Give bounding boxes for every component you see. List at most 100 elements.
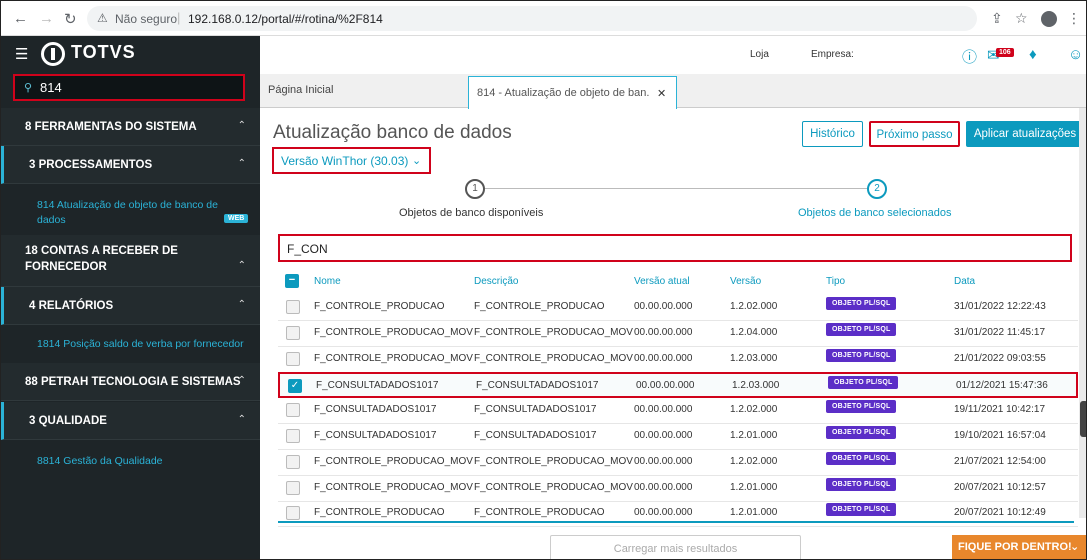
cell-versao: 1.2.04.000 bbox=[730, 326, 778, 338]
version-dropdown[interactable]: Versão WinThor (30.03) ⌄ bbox=[272, 147, 431, 174]
cell-versao-atual: 00.00.00.000 bbox=[634, 455, 693, 467]
cell-descricao: F_CONTROLE_PRODUCAO bbox=[474, 301, 605, 312]
brand-name: TOTVS bbox=[71, 42, 136, 62]
user-icon[interactable]: ☺ bbox=[1068, 46, 1083, 63]
cell-descricao: F_CONSULTADADOS1017 bbox=[476, 380, 599, 392]
address-bar[interactable]: ⚠ Não seguro | 192.168.0.12/portal/#/rot… bbox=[87, 6, 977, 31]
col-header-data[interactable]: Data bbox=[954, 276, 975, 287]
close-tab-icon[interactable]: ✕ bbox=[657, 87, 829, 100]
row-checkbox[interactable] bbox=[286, 351, 300, 366]
row-checkbox[interactable] bbox=[286, 300, 300, 314]
select-all-checkbox[interactable]: − bbox=[285, 274, 299, 288]
cell-nome: F_CONTROLE_PRODUCAO_MOV bbox=[314, 326, 473, 338]
empresa-label: Empresa: bbox=[811, 49, 854, 60]
load-more-button[interactable]: Carregar mais resultados bbox=[550, 535, 801, 559]
help-icon[interactable]: ⓘ bbox=[962, 46, 977, 67]
section-label-cont: FORNECEDOR bbox=[25, 261, 107, 273]
sidebar-section-qualidade[interactable]: 3 QUALIDADE ⌃ bbox=[1, 402, 260, 440]
tipo-badge: OBJETO PL/SQL bbox=[826, 297, 897, 310]
url-text: 192.168.0.12/portal/#/rotina/%2F814 bbox=[188, 12, 383, 26]
sidebar-section-petrah[interactable]: 88 PETRAH TECNOLOGIA E SISTEMAS ⌃ bbox=[1, 363, 260, 401]
tipo-badge: OBJETO PL/SQL bbox=[828, 376, 899, 390]
reload-icon[interactable]: ↻ bbox=[64, 10, 77, 28]
menu-search-input[interactable]: ⚲ 814 bbox=[13, 74, 245, 101]
bell-icon[interactable]: ♦ bbox=[1029, 46, 1037, 63]
bookmark-star-icon[interactable]: ☆ bbox=[1015, 10, 1028, 27]
sidebar-link-1814[interactable]: 1814 Posição saldo de verba por forneced… bbox=[37, 337, 244, 351]
cell-data: 31/01/2022 11:45:17 bbox=[954, 326, 1046, 338]
col-header-nome[interactable]: Nome bbox=[314, 276, 341, 287]
chevron-up-icon[interactable]: ⌃ bbox=[238, 414, 246, 425]
cell-versao: 1.2.02.000 bbox=[730, 455, 778, 467]
tipo-badge: OBJETO PL/SQL bbox=[826, 348, 897, 362]
table-row[interactable]: F_CONSULTADADOS1017 F_CONSULTADADOS1017 00… bbox=[278, 398, 1078, 425]
historico-button[interactable]: Histórico bbox=[802, 121, 863, 147]
chevron-up-icon[interactable]: ⌃ bbox=[238, 299, 246, 310]
profile-icon[interactable] bbox=[1041, 11, 1057, 27]
row-checkbox[interactable] bbox=[286, 403, 300, 418]
tab-label: 814 - Atualização de objeto de ban... bbox=[477, 87, 649, 99]
chevron-up-icon[interactable]: ⌃ bbox=[238, 158, 246, 169]
col-header-versao[interactable]: Versão bbox=[730, 276, 761, 287]
cell-descricao: F_CONTROLE_PRODUCAO bbox=[474, 507, 605, 519]
tipo-badge: OBJETO PL/SQL bbox=[826, 451, 897, 465]
sidebar-section-processamentos[interactable]: 3 PROCESSAMENTOS ⌃ bbox=[1, 146, 260, 184]
table-row[interactable]: F_CONTROLE_PRODUCAO F_CONTROLE_PRODUCAO 00… bbox=[278, 295, 1078, 321]
chevron-down-icon: ⌄ bbox=[412, 155, 422, 167]
table-row[interactable]: F_CONTROLE_PRODUCAO_MOV F_CONTROLE_PRODUC… bbox=[278, 321, 1078, 347]
sidebar-section-contas-receber[interactable]: 18 CONTAS A RECEBER DE FORNECEDOR ⌃ bbox=[1, 235, 260, 287]
scrollbar-track[interactable] bbox=[1079, 108, 1086, 518]
sidebar-link-814[interactable]: 814 Atualização de objeto de banco de bbox=[37, 198, 218, 212]
table-row[interactable]: F_CONTROLE_PRODUCAO_MOV F_CONTROLE_PRODUC… bbox=[278, 450, 1078, 476]
tipo-badge: OBJETO PL/SQL bbox=[826, 322, 897, 336]
back-icon[interactable]: ← bbox=[13, 10, 28, 27]
chevron-up-icon[interactable]: ⌃ bbox=[238, 120, 246, 131]
table-bottom-border bbox=[278, 521, 1074, 523]
cell-descricao: F_CONTROLE_PRODUCAO_MOV bbox=[474, 326, 633, 338]
row-checkbox[interactable]: ✓ bbox=[288, 379, 302, 394]
row-checkbox[interactable] bbox=[286, 429, 300, 443]
sidebar-section-relatorios[interactable]: 4 RELATÓRIOS ⌃ bbox=[1, 287, 260, 325]
page-title: Atualização banco de dados bbox=[273, 122, 512, 143]
table-row[interactable]: ✓ F_CONSULTADADOS1017 F_CONSULTADADOS1017 0… bbox=[278, 372, 1078, 399]
cell-versao-atual: 00.00.00.000 bbox=[634, 326, 693, 338]
col-header-versao-atual[interactable]: Versão atual bbox=[634, 276, 690, 287]
version-label: Versão WinThor (30.03) bbox=[281, 154, 409, 168]
section-label: 3 PROCESSAMENTOS bbox=[29, 159, 153, 171]
proximo-passo-button[interactable]: Próximo passo bbox=[869, 121, 960, 147]
cell-versao: 1.2.01.000 bbox=[730, 481, 778, 493]
filter-input[interactable]: F_CON bbox=[278, 234, 1072, 262]
browser-menu-icon[interactable]: ⋮ bbox=[1067, 10, 1081, 27]
cell-nome: F_CONTROLE_PRODUCAO_MOV bbox=[314, 352, 473, 364]
row-checkbox[interactable] bbox=[286, 480, 300, 495]
step-2-label: Objetos de banco selecionados bbox=[798, 207, 952, 219]
table-row[interactable]: F_CONSULTADADOS1017 F_CONSULTADADOS1017 00… bbox=[278, 424, 1078, 450]
share-icon[interactable]: ⇪ bbox=[991, 10, 1003, 27]
chevron-up-icon[interactable]: ⌃ bbox=[238, 260, 246, 271]
col-header-tipo[interactable]: Tipo bbox=[826, 276, 845, 287]
section-label: 4 RELATÓRIOS bbox=[29, 300, 114, 312]
aplicar-atualizacoes-button[interactable]: Aplicar atualizações bbox=[966, 121, 1084, 147]
tab-pagina-inicial[interactable]: Página Inicial bbox=[268, 84, 333, 96]
filter-value: F_CON bbox=[287, 242, 328, 256]
fique-por-dentro-button[interactable]: FIQUE POR DENTRO! ⌄ bbox=[952, 535, 1086, 559]
chevron-up-icon[interactable]: ⌃ bbox=[238, 375, 246, 386]
table-row[interactable]: F_CONTROLE_PRODUCAO F_CONTROLE_PRODUCAO 00… bbox=[278, 501, 1078, 528]
table-row[interactable]: F_CONTROLE_PRODUCAO_MOV F_CONTROLE_PRODUC… bbox=[278, 347, 1078, 373]
row-checkbox[interactable] bbox=[286, 454, 300, 469]
chevron-down-icon: ⌄ bbox=[1070, 541, 1080, 553]
table-row[interactable]: F_CONTROLE_PRODUCAO_MOV F_CONTROLE_PRODUC… bbox=[278, 476, 1078, 502]
sidebar-link-814-cont[interactable]: dados bbox=[37, 213, 66, 227]
col-header-descricao[interactable]: Descrição bbox=[474, 276, 518, 287]
cell-descricao: F_CONTROLE_PRODUCAO_MOV bbox=[474, 352, 633, 364]
row-checkbox[interactable] bbox=[286, 506, 300, 521]
row-checkbox[interactable] bbox=[286, 325, 300, 340]
sidebar-section-ferramentas[interactable]: 8 FERRAMENTAS DO SISTEMA ⌃ bbox=[1, 108, 260, 146]
scrollbar-thumb[interactable] bbox=[1080, 401, 1086, 437]
hamburger-menu-icon[interactable]: ☰ bbox=[15, 45, 28, 63]
tab-814[interactable]: 814 - Atualização de objeto de ban... ✕ bbox=[468, 76, 677, 109]
section-label: 3 QUALIDADE bbox=[29, 415, 107, 427]
cell-versao: 1.2.01.000 bbox=[730, 430, 778, 441]
sidebar-link-8814[interactable]: 8814 Gestão da Qualidade bbox=[37, 454, 163, 468]
forward-icon[interactable]: → bbox=[39, 10, 54, 27]
